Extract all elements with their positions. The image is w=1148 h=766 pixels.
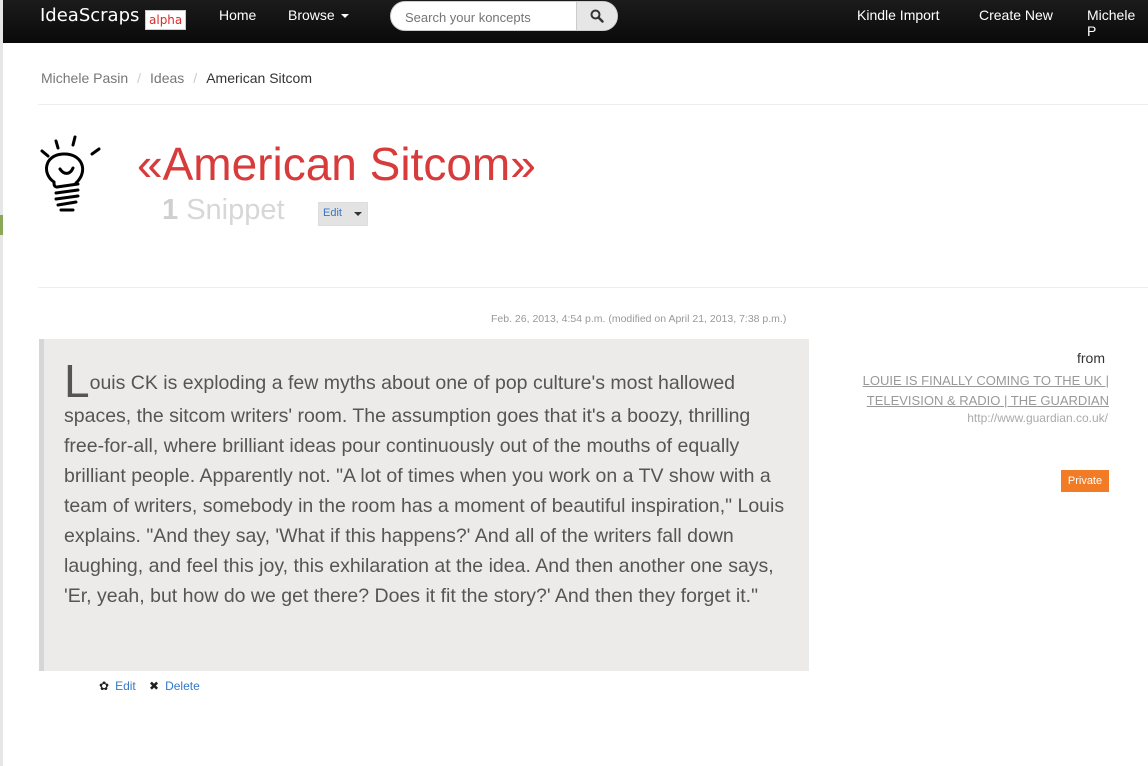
privacy-badge[interactable]: Private (1061, 470, 1109, 492)
source-from-label: from (1077, 350, 1105, 366)
search-icon (590, 9, 604, 23)
nav-user-menu[interactable]: Michele P (1087, 7, 1148, 39)
window-edge-accent (0, 215, 3, 235)
page-title: «American Sitcom» (137, 138, 536, 190)
gear-icon: ✿ (99, 679, 110, 693)
source-title-link[interactable]: LOUIE IS FINALLY COMING TO THE UK | TELE… (829, 371, 1109, 411)
snippet-count-label: Snippet (186, 194, 285, 226)
close-icon: ✖ (149, 679, 160, 693)
nav-browse[interactable]: Browse (288, 7, 349, 23)
snippet-edit-link[interactable]: ✿ Edit (99, 679, 136, 693)
breadcrumb-separator: / (193, 70, 198, 86)
source-url[interactable]: http://www.guardian.co.uk/ (967, 411, 1108, 425)
drop-cap: L (64, 355, 90, 407)
snippet-timestamp: Feb. 26, 2013, 4:54 p.m. (modified on Ap… (491, 313, 787, 325)
divider (38, 287, 1148, 288)
search-input[interactable] (403, 6, 577, 28)
brand-logo[interactable]: IdeaScraps (40, 5, 139, 26)
search-button[interactable] (576, 2, 617, 30)
snippet-delete-link[interactable]: ✖ Delete (149, 679, 200, 693)
nav-browse-label: Browse (288, 7, 335, 23)
alpha-badge: alpha (145, 10, 187, 30)
snippet-quote: Louis CK is exploding a few myths about … (39, 339, 809, 671)
divider (38, 104, 1148, 105)
breadcrumb-ideas[interactable]: Ideas (150, 70, 184, 86)
edit-dropdown-button[interactable]: Edit (318, 202, 368, 226)
nav-home[interactable]: Home (219, 7, 256, 23)
search-box (390, 1, 618, 31)
breadcrumb-current: American Sitcom (206, 70, 312, 86)
edit-dropdown-label: Edit (323, 207, 342, 219)
snippet-count-number: 1 (162, 194, 179, 226)
navbar: IdeaScraps alpha Home Browse Kindle Impo… (3, 0, 1148, 43)
chevron-down-icon (340, 14, 349, 19)
snippet-edit-label: Edit (115, 679, 136, 693)
nav-kindle-import[interactable]: Kindle Import (857, 7, 939, 23)
snippet-text: ouis CK is exploding a few myths about o… (64, 372, 785, 607)
snippet-body: Louis CK is exploding a few myths about … (64, 358, 792, 611)
nav-create-new[interactable]: Create New (979, 7, 1053, 23)
lightbulb-icon (40, 135, 101, 212)
breadcrumb: Michele Pasin / Ideas / American Sitcom (41, 70, 312, 86)
snippet-count: 1 Snippet (162, 194, 285, 227)
breadcrumb-user[interactable]: Michele Pasin (41, 70, 128, 86)
window-edge (0, 0, 3, 766)
breadcrumb-separator: / (137, 70, 142, 86)
snippet-delete-label: Delete (165, 679, 200, 693)
chevron-down-icon (354, 212, 362, 216)
